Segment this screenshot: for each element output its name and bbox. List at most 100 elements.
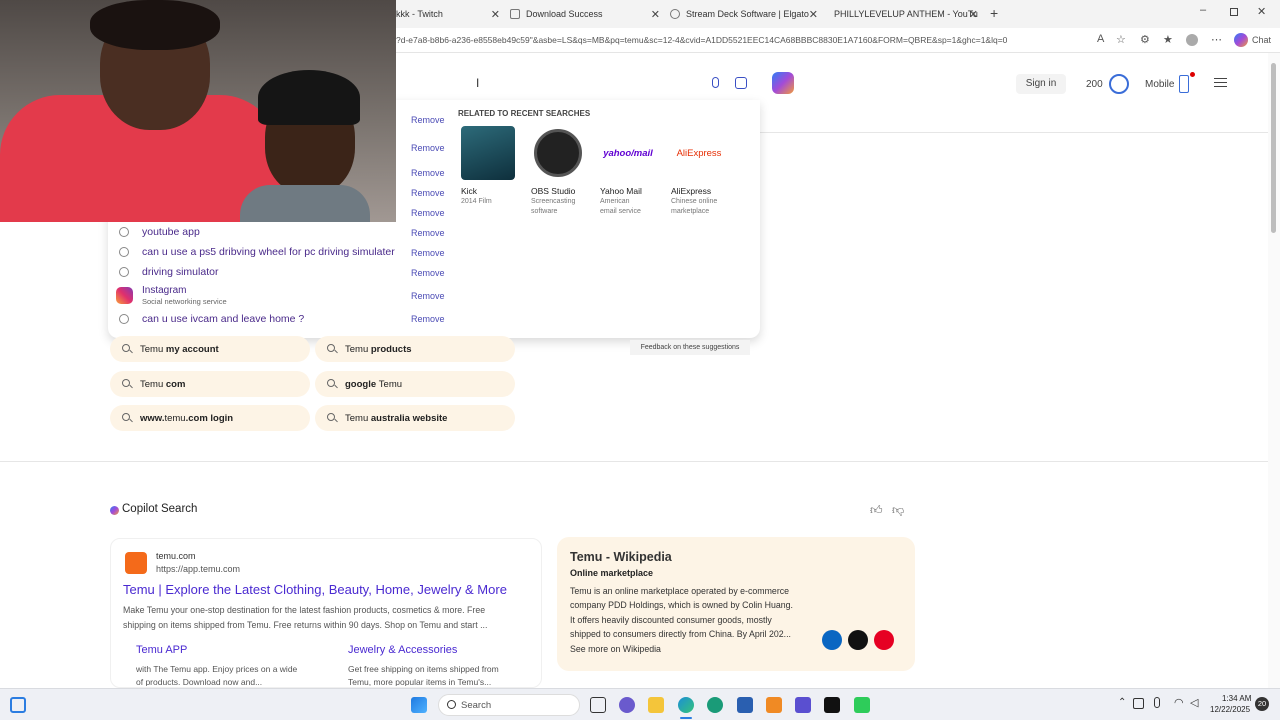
related-subtitle: American <box>600 198 630 205</box>
microphone-icon[interactable] <box>712 77 719 88</box>
history-item[interactable]: can u use a ps5 dribving wheel for pc dr… <box>142 246 395 258</box>
visual-search-icon[interactable] <box>735 77 747 89</box>
page-scrollbar[interactable] <box>1268 53 1280 688</box>
active-app-indicator <box>680 717 692 719</box>
remove-button[interactable]: Remove <box>411 248 445 258</box>
related-subtitle: marketplace <box>671 208 710 215</box>
new-tab-icon[interactable]: + <box>990 5 998 21</box>
related-subtitle: 2014 Film <box>461 198 492 205</box>
result-title[interactable]: Temu | Explore the Latest Clothing, Beau… <box>123 582 507 597</box>
rewards-points[interactable]: 200 <box>1086 79 1103 90</box>
menu-icon[interactable] <box>1214 78 1227 87</box>
remove-button[interactable]: Remove <box>411 188 445 198</box>
remove-button[interactable]: Remove <box>411 168 445 178</box>
tiktok-taskbar-icon[interactable] <box>824 697 840 713</box>
wiki-more-link[interactable]: See more on Wikipedia <box>570 644 661 654</box>
notification-badge[interactable]: 20 <box>1255 697 1269 711</box>
sublink-snippet: with The Temu app. Enjoy prices on a wid… <box>136 664 298 674</box>
file-explorer-icon[interactable] <box>648 697 664 713</box>
wiki-title[interactable]: Temu - Wikipedia <box>570 550 672 564</box>
widgets-icon[interactable] <box>10 697 26 713</box>
remove-button[interactable]: Remove <box>411 115 445 125</box>
edge-icon[interactable] <box>678 697 694 713</box>
tray-chevron-icon[interactable]: ⌃ <box>1118 697 1126 708</box>
chat-label[interactable]: Chat <box>1252 35 1271 45</box>
close-icon[interactable]: ✕ <box>809 8 818 21</box>
read-aloud-icon[interactable]: A <box>1097 33 1104 45</box>
microphone-tray-icon[interactable] <box>1154 697 1160 708</box>
mobile-label[interactable]: Mobile <box>1145 79 1174 90</box>
rewards-icon[interactable] <box>1109 74 1129 94</box>
suggestion-pill[interactable]: Temu com <box>110 371 310 397</box>
search-box[interactable]: I <box>396 68 760 100</box>
scroll-thumb[interactable] <box>1271 63 1276 233</box>
tab-elgato[interactable]: Stream Deck Software | Elgato ✕ <box>670 4 818 24</box>
suggestion-pill[interactable]: Temu australia website <box>315 405 515 431</box>
result-site-url[interactable]: https://app.temu.com <box>156 564 240 574</box>
remove-button[interactable]: Remove <box>411 143 445 153</box>
tray-app-icon[interactable] <box>1133 698 1144 709</box>
wifi-icon[interactable]: ◠ <box>1174 696 1184 709</box>
taskbar-date[interactable]: 12/22/2025 <box>1210 705 1250 714</box>
sign-in-button[interactable]: Sign in <box>1016 74 1066 94</box>
taskbar-search[interactable]: Search <box>438 694 580 716</box>
more-icon[interactable]: ⋯ <box>1211 33 1222 46</box>
instagram-title[interactable]: Instagram <box>142 285 186 296</box>
favorites-icon[interactable]: ★ <box>1163 33 1173 46</box>
chat-app-icon[interactable] <box>619 697 635 713</box>
favorite-star-icon[interactable]: ☆ <box>1116 33 1126 46</box>
history-item[interactable]: can u use ivcam and leave home ? <box>142 313 304 325</box>
suggestion-pill[interactable]: Temu products <box>315 336 515 362</box>
app-green-icon[interactable] <box>854 697 870 713</box>
tiktok-icon[interactable] <box>848 630 868 650</box>
close-icon[interactable]: ✕ <box>651 8 660 21</box>
mobile-icon[interactable] <box>1179 75 1189 93</box>
thumbs-down-icon[interactable]: 👎︎ <box>892 503 904 518</box>
taskbar: Search ⌃ ◠ ◁ 1:34 AM 12/22/2025 20 <box>0 688 1280 720</box>
tab-download[interactable]: Download Success ✕ <box>510 4 660 24</box>
edge-dev-icon[interactable] <box>707 697 723 713</box>
remove-button[interactable]: Remove <box>411 208 445 218</box>
suggestion-pill[interactable]: www. temu .com login <box>110 405 310 431</box>
copilot-icon[interactable] <box>1234 33 1248 47</box>
related-card-yahoo[interactable]: yahoo/mail Yahoo Mail American email ser… <box>600 126 662 216</box>
linkedin-icon[interactable] <box>822 630 842 650</box>
related-card-obs[interactable]: OBS Studio Screencasting software <box>531 126 593 216</box>
task-view-icon[interactable] <box>590 697 606 713</box>
volume-icon[interactable]: ◁ <box>1190 696 1198 709</box>
related-card-aliexpress[interactable]: AliExpress AliExpress Chinese online mar… <box>671 126 733 216</box>
remove-button[interactable]: Remove <box>411 314 445 324</box>
suggestion-pill[interactable]: google Temu <box>315 371 515 397</box>
copilot-search-label[interactable]: Copilot Search <box>122 503 197 515</box>
sublink-title[interactable]: Temu APP <box>136 644 187 656</box>
app-blue-icon[interactable] <box>795 697 811 713</box>
remove-button[interactable]: Remove <box>411 291 445 301</box>
start-icon[interactable] <box>411 697 427 713</box>
thumbs-up-icon[interactable]: 👍︎ <box>870 503 883 518</box>
sublink-title[interactable]: Jewelry & Accessories <box>348 644 457 656</box>
history-item[interactable]: driving simulator <box>142 266 218 278</box>
store-icon[interactable] <box>737 697 753 713</box>
copilot-logo-icon[interactable] <box>772 72 794 94</box>
tab-label: kkk - Twitch <box>396 9 443 19</box>
close-icon[interactable]: ✕ <box>491 8 500 21</box>
close-window-icon[interactable]: ✕ <box>1257 5 1266 18</box>
related-card-kick[interactable]: Kick 2014 Film <box>461 126 523 206</box>
history-item[interactable]: youtube app <box>142 226 200 238</box>
wiki-text: shipped to consumers directly from China… <box>570 629 792 639</box>
pinterest-icon[interactable] <box>874 630 894 650</box>
close-icon[interactable]: ✕ <box>969 8 978 21</box>
extensions-icon[interactable]: ⚙ <box>1140 33 1150 46</box>
maximize-icon[interactable] <box>1230 8 1238 16</box>
url-field[interactable]: ?d-e7a8-b8b6-a236-e8558eb49c59"&asbe=LS&… <box>396 35 1096 45</box>
profile-icon[interactable] <box>1186 34 1198 46</box>
feedback-button[interactable]: Feedback on these suggestions <box>630 340 750 355</box>
taskbar-time[interactable]: 1:34 AM <box>1222 694 1251 703</box>
tab-youtube[interactable]: PHILLYLEVELUP ANTHEM - YouTube ✕ <box>828 4 978 24</box>
remove-button[interactable]: Remove <box>411 268 445 278</box>
app-orange-icon[interactable] <box>766 697 782 713</box>
suggestion-pill[interactable]: Temu my account <box>110 336 310 362</box>
tab-twitch[interactable]: kkk - Twitch ✕ <box>396 4 500 24</box>
minimize-icon[interactable]: – <box>1200 4 1206 16</box>
remove-button[interactable]: Remove <box>411 228 445 238</box>
